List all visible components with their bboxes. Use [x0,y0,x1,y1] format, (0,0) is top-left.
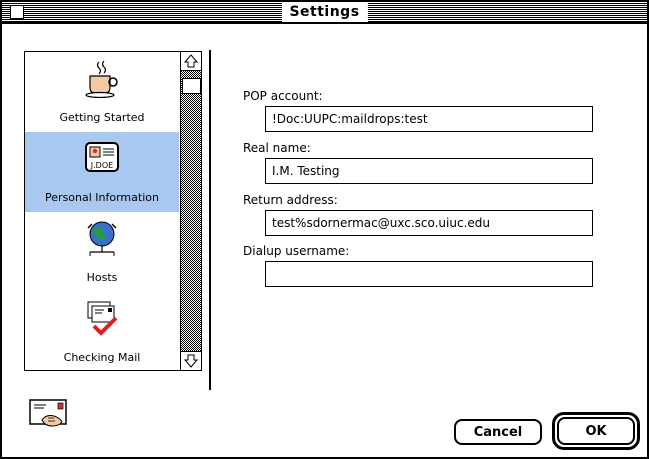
panel-divider [209,50,211,390]
pop-account-label: POP account: [243,89,323,103]
close-box[interactable] [10,5,24,19]
cancel-button[interactable]: Cancel [454,419,542,445]
title-bar[interactable]: Settings [2,2,647,24]
window-title: Settings [281,2,368,22]
id-card-icon: J.DOE [85,142,119,172]
sidebar-item-label: Personal Information [45,191,159,204]
sidebar-item-checking-mail[interactable]: Checking Mail [25,292,179,370]
ok-button[interactable]: OK [557,417,635,445]
id-card-text: J.DOE [90,161,113,170]
mail-check-icon [87,301,118,336]
sidebar-item-label: Checking Mail [63,351,141,364]
globe-network-icon [87,221,117,256]
sidebar-scrollbar[interactable] [180,52,201,370]
dialup-username-field[interactable] [265,261,593,287]
scroll-up-arrow[interactable] [181,52,201,71]
real-name-label: Real name: [243,141,311,155]
arrow-up-icon [183,54,199,68]
sidebar-item-label: Hosts [86,271,118,284]
sidebar-item-getting-started[interactable]: Getting Started [25,52,179,132]
mail-hand-icon [29,399,67,427]
real-name-field[interactable] [265,158,593,184]
scroll-thumb[interactable] [182,78,201,94]
sidebar-item-personal-information[interactable]: J.DOE Personal Information [25,132,179,212]
sidebar-item-hosts[interactable]: Hosts [25,212,179,292]
return-address-label: Return address: [243,193,338,207]
pop-account-field[interactable] [265,106,593,132]
sidebar-item-label: Getting Started [59,111,145,124]
scroll-down-arrow[interactable] [181,351,201,370]
arrow-down-icon [183,354,199,368]
return-address-field[interactable] [265,210,593,236]
dialup-username-label: Dialup username: [243,244,350,258]
category-items: Getting Started J.DOE Personal Informati… [25,52,179,370]
settings-category-list: Getting Started J.DOE Personal Informati… [24,51,202,371]
coffee-cup-icon [85,60,118,98]
